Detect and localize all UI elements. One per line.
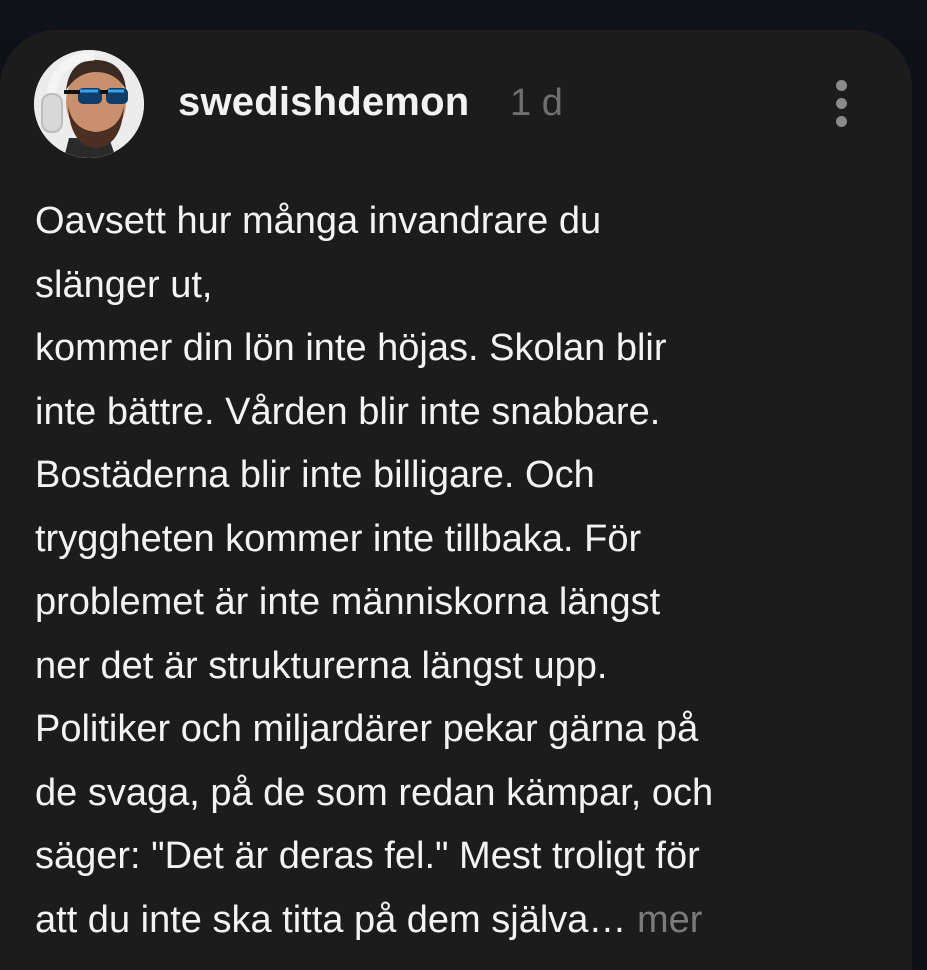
username[interactable]: swedishdemon: [178, 80, 469, 125]
post-text-line: Bostäderna blir inte billigare. Och: [35, 454, 595, 496]
post-text-line: problemet är inte människorna längst: [35, 581, 661, 623]
avatar[interactable]: [34, 50, 144, 158]
more-vertical-icon: [836, 80, 847, 91]
post-text-line: Oavsett hur många invandrare du: [35, 200, 602, 242]
post-text-line: tryggheten kommer inte tillbaka. För: [35, 517, 642, 560]
post-text-line: de svaga, på de som redan kämpar, och: [35, 771, 714, 814]
more-vertical-icon-dot-3: [836, 116, 847, 127]
more-options-button[interactable]: [820, 76, 864, 132]
more-vertical-icon-dot-2: [836, 98, 847, 109]
post-text-line: inte bättre. Vården blir inte snabbare.: [35, 390, 661, 433]
post-time: 1 d: [510, 82, 563, 124]
post-text-line: slänger ut,: [35, 263, 213, 306]
post-text-line: att du inte ska titta på dem själva…: [35, 898, 627, 941]
post-text: Oavsett hur många invandrare du slänger …: [35, 190, 885, 952]
post-text-line: Politiker och miljardärer pekar gärna på: [35, 708, 699, 750]
post-text-line: ner det är strukturerna längst upp.: [35, 644, 608, 687]
read-more-link[interactable]: mer: [637, 899, 702, 941]
post-text-last-line: att du inte ska titta på dem själva… mer: [35, 889, 885, 953]
post-text-line: säger: "Det är deras fel." Mest troligt …: [35, 835, 700, 877]
post-text-line: kommer din lön inte höjas. Skolan blir: [35, 327, 667, 369]
